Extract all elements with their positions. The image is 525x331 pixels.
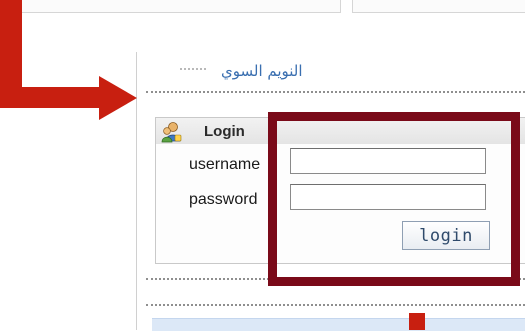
- top-panel-left: [0, 0, 341, 13]
- highlight-box: [268, 112, 520, 286]
- sidebar-link[interactable]: النويم السوي: [221, 62, 303, 80]
- dotted-decoration: [180, 68, 206, 70]
- arrow-stub: [409, 313, 425, 330]
- dotted-separator-bottom: [146, 304, 525, 306]
- login-title: Login: [204, 123, 245, 140]
- next-panel-header: [152, 318, 525, 331]
- top-panel-right: [352, 0, 525, 13]
- arrow-shaft-horizontal: [0, 87, 100, 108]
- arrow-head-icon: [99, 76, 137, 120]
- password-label: password: [189, 191, 258, 208]
- dotted-separator-top: [146, 91, 525, 93]
- username-label: username: [189, 156, 261, 173]
- users-icon: [161, 122, 182, 143]
